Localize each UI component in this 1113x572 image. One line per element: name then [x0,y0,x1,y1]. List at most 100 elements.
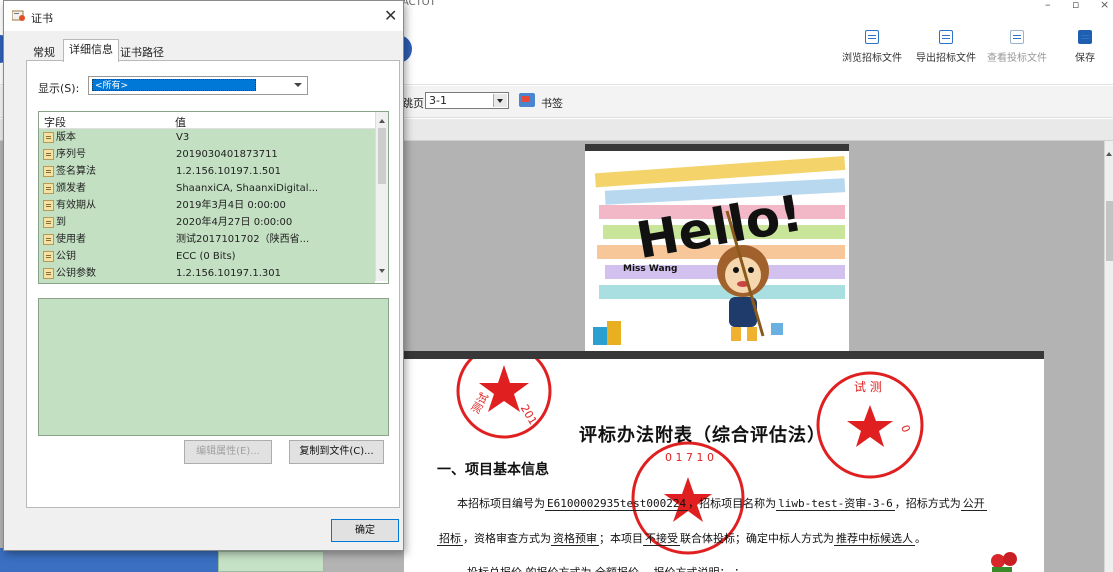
bid-method-cont: 招标 [437,532,463,546]
field-name: 序列号 [56,149,86,160]
bid-method: 公开 [960,497,987,511]
field-value: 2019030401873711 [176,149,278,160]
doc-paragraph-1: 本招标项目编号为 E6100002935test000224 ，招标项目名称为 liw… [457,495,987,511]
doc-text: ，资格审查方式为 [463,532,551,545]
svg-text:试 测: 试 测 [854,379,882,394]
jump-page-label: 跳页 [402,97,424,110]
tab-details[interactable]: 详细信息 [63,39,119,62]
table-row[interactable]: 到 2020年4月27日 0:00:00 [39,214,375,231]
browse-doc-label: 浏览招标文件 [842,53,902,64]
chevron-down-icon[interactable] [493,94,507,107]
table-row[interactable]: 使用者 测试2017101702（陕西省... [39,231,375,248]
table-row[interactable]: 签名算法 1.2.156.10197.1.501 [39,163,375,180]
scroll-thumb[interactable] [1106,201,1113,261]
scroll-up-icon[interactable] [379,116,385,123]
taskbar-strip [0,548,218,572]
page-select[interactable]: 3-1 [425,92,509,109]
field-icon [43,268,54,279]
table-row[interactable]: 公钥参数 1.2.156.10197.1.301 [39,265,375,282]
field-icon [43,149,54,160]
show-label: 显示(S): [38,82,80,95]
field-detail-box[interactable] [38,298,389,436]
field-list-scrollbar[interactable] [375,112,388,281]
field-icon [43,234,54,245]
project-number: E6100002935test000224 [545,497,689,511]
page-select-value: 3-1 [429,94,447,107]
document-page-image: Hello! Miss Wang [585,144,849,351]
field-value: 2019年3月4日 0:00:00 [176,200,286,211]
table-row[interactable]: 版本 V3 [39,129,375,146]
field-name: 颁发者 [56,183,86,194]
field-icon [43,132,54,143]
close-app-icon[interactable]: × [1100,0,1109,11]
close-icon[interactable]: ✕ [384,6,397,25]
column-header-field[interactable]: 字段 [44,114,66,130]
bookmark-icon[interactable] [519,93,535,107]
column-header-value[interactable]: 值 [175,114,186,130]
scroll-up-icon[interactable] [1106,149,1112,156]
field-list-header: 字段 值 [39,112,375,129]
details-tab-panel: 显示(S): <所有> 字段 值 版本 V3 序列号 201903040187371… [26,60,400,508]
ok-button[interactable]: 确定 [331,519,399,542]
project-name: liwb-test-资审-3-6 [776,497,895,511]
minimize-icon[interactable]: – [1045,0,1051,11]
field-name: 签名算法 [56,166,96,177]
doc-text: 。 [915,532,926,545]
doc-text: ，招标方式为 [894,497,961,510]
view-bid-button[interactable]: 查看投标文件 [987,22,1047,64]
doc-text: 联合体投标；确定中标人方式为 [680,532,834,545]
field-icon [43,217,54,228]
show-select[interactable]: <所有> [88,76,308,95]
caption-text: Miss Wang [623,264,677,274]
doc-section-heading: 一、项目基本信息 [437,462,549,478]
table-row[interactable]: 颁发者 ShaanxiCA, ShaanxiDigital... [39,180,375,197]
chevron-down-icon[interactable] [294,83,302,91]
svg-text:0: 0 [898,423,913,434]
red-seal-2: 试 测 0 [816,371,924,479]
field-value: 2020年4月27日 0:00:00 [176,217,293,228]
doc-paragraph-2: 招标 ，资格审查方式为 资格预审 ；本项目 不接受 联合体投标；确定中标人方式为 推荐中标候… [437,530,926,546]
certificate-icon [12,10,25,21]
field-value: ShaanxiCA, ShaanxiDigital... [176,183,319,194]
svg-text:测试: 测试 [469,391,491,417]
scroll-down-icon[interactable] [379,269,385,276]
scroll-thumb[interactable] [378,128,386,184]
export-doc-label: 导出招标文件 [916,53,976,64]
field-value: 1.2.156.10197.1.501 [176,166,281,177]
field-name: 公钥 [56,251,76,262]
show-select-value: <所有> [92,79,256,91]
save-button[interactable]: 保存 [1075,22,1095,64]
doc-text: ；本项目 [599,532,643,545]
table-row[interactable]: 有效期从 2019年3月4日 0:00:00 [39,197,375,214]
certificate-field-list[interactable]: 字段 值 版本 V3 序列号 2019030401873711 签名算法 1.2.15… [38,111,389,284]
winner-method: 推荐中标候选人 [834,532,915,546]
view-bid-icon [1010,30,1024,44]
browse-doc-icon [865,30,879,44]
save-icon [1078,30,1092,44]
save-label: 保存 [1075,53,1095,64]
field-name: 有效期从 [56,200,96,211]
rose-icon [991,552,1017,572]
field-value: ECC (0 Bits) [176,251,236,262]
table-row[interactable]: 序列号 2019030401873711 [39,146,375,163]
doc-text: ，招标项目名称为 [688,497,777,510]
field-value: V3 [176,132,190,143]
hello-illustration: Hello! Miss Wang [585,151,849,351]
edit-properties-button[interactable]: 编辑属性(E)... [184,440,272,464]
export-doc-button[interactable]: 导出招标文件 [916,22,976,64]
field-icon [43,183,54,194]
viewer-scrollbar[interactable] [1104,141,1113,572]
doc-title: 评标办法附表（综合评估法） [579,425,826,446]
maximize-icon[interactable]: ▫ [1072,0,1079,11]
dialog-titlebar[interactable]: 证书 ✕ [4,1,403,31]
field-name: 公钥参数 [56,268,96,279]
field-icon [43,200,54,211]
app-title: ACTOT [402,0,436,8]
bookmark-label[interactable]: 书签 [541,95,563,111]
copy-to-file-button[interactable]: 复制到文件(C)... [289,440,384,464]
browse-doc-button[interactable]: 浏览招标文件 [842,22,902,64]
table-row[interactable]: 公钥 ECC (0 Bits) [39,248,375,265]
dialog-title: 证书 [31,12,53,25]
field-value: 测试2017101702（陕西省... [176,234,310,245]
field-value: 1.2.156.10197.1.301 [176,268,281,279]
